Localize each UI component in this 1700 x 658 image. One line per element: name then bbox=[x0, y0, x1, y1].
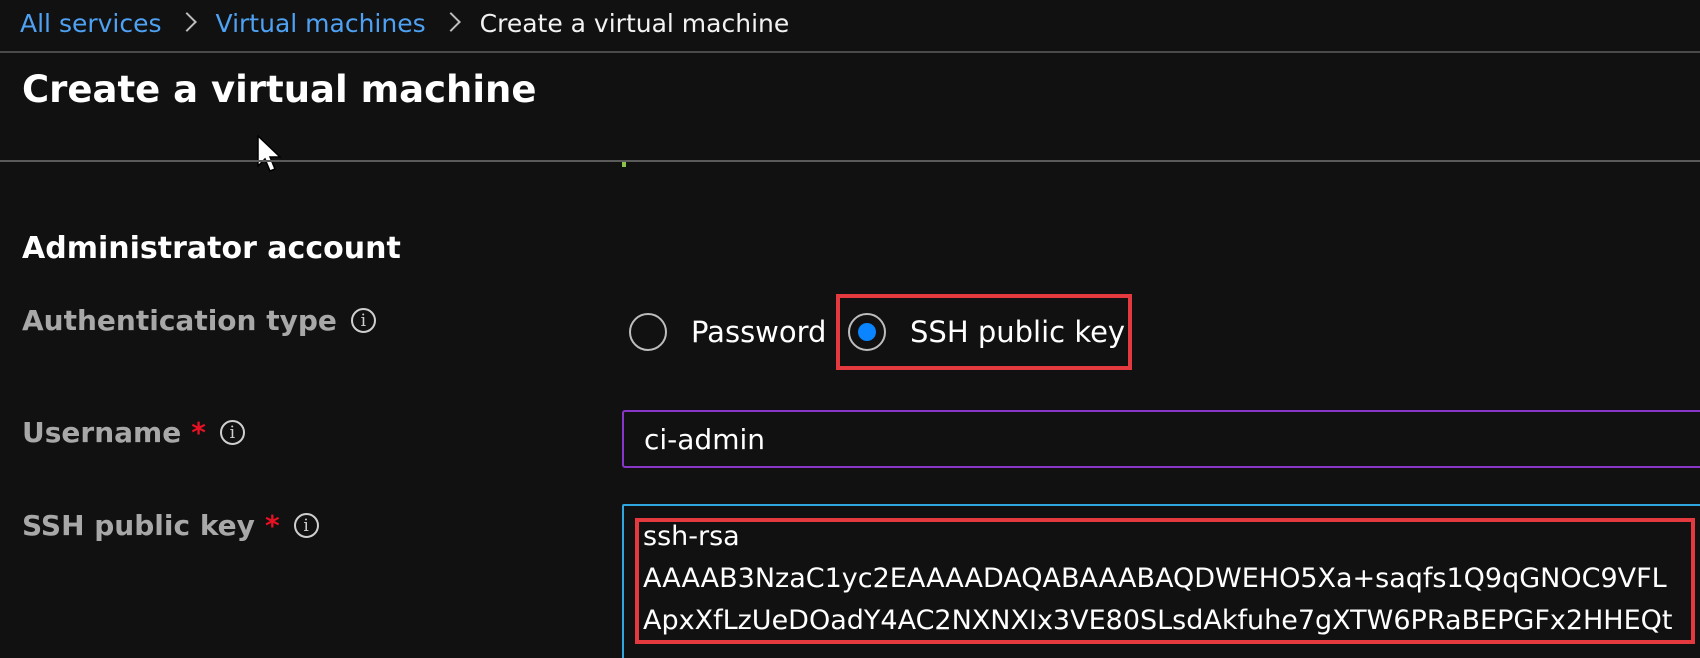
radio-password[interactable]: Password bbox=[629, 313, 826, 351]
auth-type-label-text: Authentication type bbox=[22, 304, 337, 337]
mouse-cursor-icon bbox=[257, 134, 282, 172]
create-vm-page: All services Virtual machines Create a v… bbox=[0, 0, 1700, 658]
username-input[interactable]: ci-admin bbox=[622, 410, 1700, 468]
section-title: Administrator account bbox=[22, 231, 401, 266]
header-divider bbox=[0, 51, 1700, 53]
required-marker: * bbox=[191, 416, 206, 449]
breadcrumb-current: Create a virtual machine bbox=[479, 8, 790, 38]
username-label-text: Username bbox=[22, 416, 182, 449]
ssh-key-line: ssh-rsa bbox=[643, 521, 740, 552]
breadcrumb: All services Virtual machines Create a v… bbox=[20, 4, 789, 42]
section-divider bbox=[0, 160, 1700, 162]
info-icon[interactable]: i bbox=[293, 513, 319, 538]
info-icon[interactable]: i bbox=[350, 308, 376, 333]
ssh-key-label-text: SSH public key bbox=[22, 509, 255, 542]
page-title: Create a virtual machine bbox=[22, 68, 537, 111]
info-icon[interactable]: i bbox=[219, 420, 245, 445]
progress-indicator bbox=[622, 162, 626, 167]
radio-password-circle[interactable] bbox=[629, 313, 667, 351]
breadcrumb-all-services[interactable]: All services bbox=[20, 9, 162, 38]
username-label: Username * i bbox=[22, 416, 245, 449]
chevron-right-icon bbox=[440, 12, 461, 32]
required-marker: * bbox=[264, 509, 280, 542]
breadcrumb-virtual-machines[interactable]: Virtual machines bbox=[216, 9, 426, 38]
auth-type-label: Authentication type i bbox=[22, 304, 376, 337]
chevron-right-icon bbox=[176, 12, 197, 32]
highlight-box-ssh-option bbox=[836, 294, 1132, 370]
ssh-key-label: SSH public key * i bbox=[22, 509, 319, 542]
ssh-key-line: ApxXfLzUeDOadY4AC2NXNXIx3VE80SLsdAkfuhe7… bbox=[643, 605, 1673, 636]
radio-password-label: Password bbox=[691, 315, 827, 349]
ssh-key-line: AAAAB3NzaC1yc2EAAAADAQABAAABAQDWEHO5Xa+s… bbox=[643, 563, 1667, 594]
